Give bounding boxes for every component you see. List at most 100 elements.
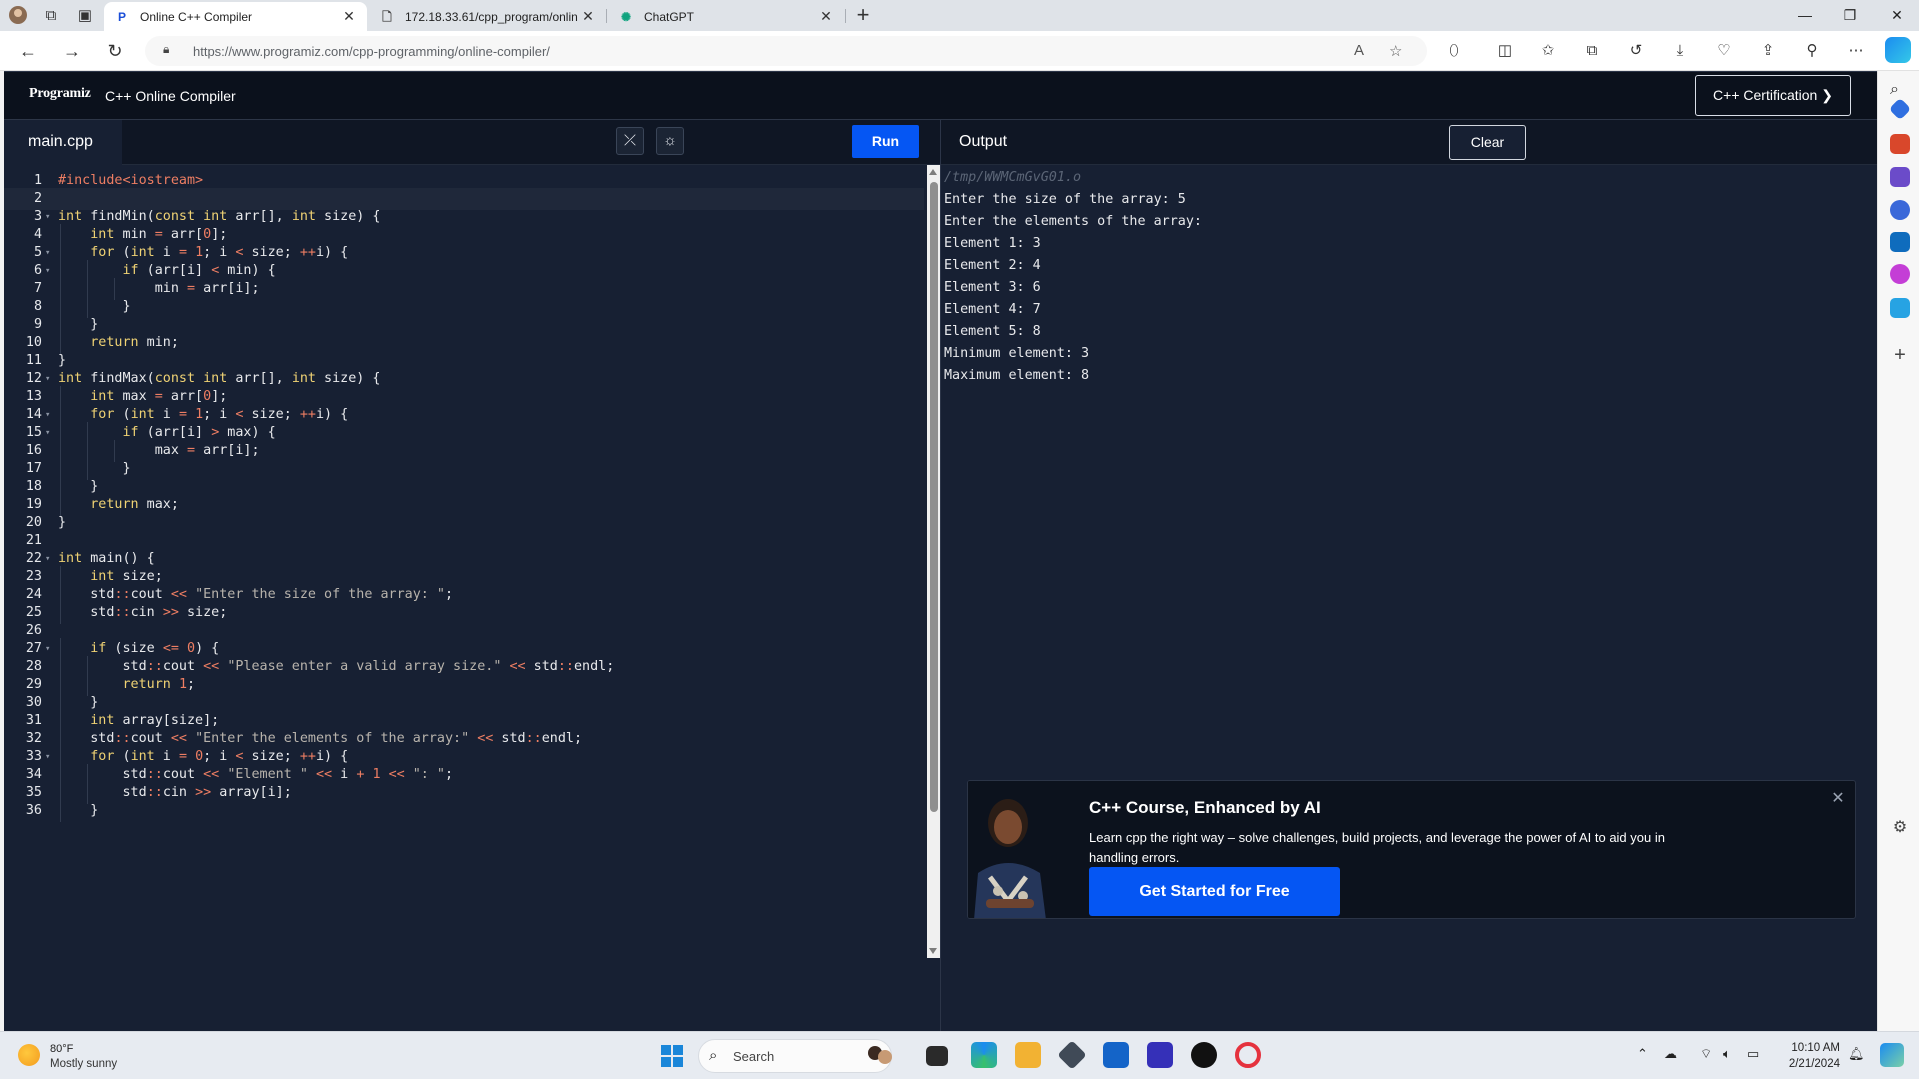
- sidebar-games-icon[interactable]: [1890, 167, 1910, 187]
- close-tab-icon[interactable]: ✕: [818, 8, 834, 25]
- output-line: Maximum element: 8: [944, 368, 1090, 383]
- extension-icon[interactable]: ⬯: [1443, 41, 1465, 63]
- instructor-photo: [968, 781, 1052, 918]
- file-tab-main-cpp[interactable]: main.cpp: [4, 120, 122, 165]
- weather-temperature[interactable]: 80°F: [50, 1043, 73, 1055]
- site-header: Programiz C++ Online Compiler C++ Certif…: [4, 72, 1877, 120]
- address-toolbar: ← → ↻ 🔒︎ https://www.programiz.com/cpp-p…: [0, 31, 1919, 71]
- taskbar-clock[interactable]: 10:10 AM 2/21/2024: [1776, 1040, 1840, 1072]
- code-text[interactable]: }: [58, 800, 98, 822]
- minimize-button[interactable]: —: [1785, 4, 1825, 26]
- tab-actions-icon[interactable]: ▣: [74, 5, 96, 27]
- opera-icon[interactable]: [1235, 1042, 1261, 1068]
- share-icon[interactable]: ⇪: [1757, 41, 1779, 63]
- tab-separator: [606, 9, 607, 23]
- cpp-certification-button[interactable]: C++ Certification ❯: [1695, 75, 1851, 116]
- address-bar[interactable]: 🔒︎ https://www.programiz.com/cpp-program…: [145, 36, 1427, 66]
- output-line: Enter the elements of the array:: [944, 214, 1202, 229]
- extensions-puzzle-icon[interactable]: ⚲: [1801, 41, 1823, 63]
- theme-toggle-sun-icon[interactable]: ☼: [656, 127, 684, 155]
- sidebar-designer-icon[interactable]: [1890, 264, 1910, 284]
- close-window-button[interactable]: ✕: [1877, 4, 1917, 26]
- windows-start-icon[interactable]: [661, 1045, 683, 1067]
- close-tab-icon[interactable]: ✕: [341, 8, 357, 25]
- sidebar-add-icon[interactable]: +: [1890, 345, 1910, 366]
- editor-scrollbar[interactable]: [927, 165, 940, 958]
- close-promo-icon[interactable]: ✕: [1829, 790, 1847, 808]
- file-explorer-icon[interactable]: [1015, 1042, 1041, 1068]
- get-started-button[interactable]: Get Started for Free: [1089, 867, 1340, 916]
- favorites-icon[interactable]: ✩: [1537, 41, 1559, 63]
- output-line: Element 2: 4: [944, 258, 1041, 273]
- clock-date: 2/21/2024: [1788, 1058, 1840, 1070]
- profile-avatar-icon[interactable]: [7, 5, 29, 27]
- promo-description: Learn cpp the right way – solve challeng…: [1089, 830, 1665, 865]
- new-tab-button[interactable]: +: [852, 4, 874, 27]
- read-aloud-icon[interactable]: A: [1354, 42, 1364, 59]
- history-icon[interactable]: ↺: [1625, 41, 1647, 63]
- visual-studio-icon[interactable]: [1147, 1042, 1173, 1068]
- output-line: Element 4: 7: [944, 302, 1041, 317]
- close-tab-icon[interactable]: ✕: [580, 8, 596, 25]
- tab-cpp-program[interactable]: 🗋 172.18.33.61/cpp_program/onlin ✕: [369, 2, 606, 31]
- taskbar-search[interactable]: ⌕ Search: [698, 1039, 892, 1073]
- wifi-icon[interactable]: ⌔: [1700, 1046, 1712, 1062]
- run-button[interactable]: Run: [852, 125, 919, 158]
- code-line[interactable]: 36 }: [4, 800, 924, 822]
- sidebar-shopping-icon[interactable]: [1888, 97, 1912, 121]
- notification-bell-icon[interactable]: 🔔︎: [1848, 1046, 1865, 1062]
- onedrive-cloud-icon[interactable]: ☁: [1664, 1046, 1677, 1062]
- tab-chatgpt[interactable]: ✺ ChatGPT ✕: [608, 2, 844, 31]
- more-options-icon[interactable]: ⋯: [1845, 41, 1867, 63]
- url-text[interactable]: https://www.programiz.com/cpp-programmin…: [193, 44, 550, 59]
- clock-time: 10:10 AM: [1791, 1042, 1840, 1054]
- course-promo-banner: C++ Course, Enhanced by AI Learn cpp the…: [967, 780, 1856, 919]
- forward-arrow-icon[interactable]: →: [60, 40, 84, 62]
- sidebar-outlook-icon[interactable]: [1890, 232, 1910, 252]
- favorite-star-icon[interactable]: ☆: [1389, 42, 1402, 60]
- output-console[interactable]: /tmp/WWMCmGvG01.o Enter the size of the …: [944, 167, 1864, 387]
- lock-icon[interactable]: 🔒︎: [163, 42, 169, 57]
- weather-sun-icon[interactable]: [18, 1044, 40, 1066]
- restore-button[interactable]: ❐: [1830, 4, 1870, 26]
- sidebar-send-icon[interactable]: [1890, 298, 1910, 318]
- code-editor[interactable]: 1 #include<iostream> 2 3 ▾ int findMin(const …: [4, 165, 927, 1032]
- app-u-icon[interactable]: [1191, 1042, 1217, 1068]
- workspaces-icon[interactable]: ⧉: [40, 5, 62, 27]
- battery-icon[interactable]: ▭: [1747, 1046, 1759, 1062]
- show-hidden-icons[interactable]: ⌃: [1637, 1046, 1648, 1062]
- clear-output-button[interactable]: Clear: [1449, 125, 1526, 160]
- output-path: /tmp/WWMCmGvG01.o: [944, 170, 1082, 185]
- tab-online-compiler[interactable]: P Online C++ Compiler ✕: [104, 2, 367, 31]
- download-icon[interactable]: ⤓: [1669, 41, 1691, 63]
- tab-separator: [845, 9, 846, 23]
- volume-muted-icon[interactable]: 🔈︎: [1723, 1046, 1731, 1062]
- scroll-up-arrow-icon[interactable]: [929, 169, 937, 175]
- collapse-icon[interactable]: ⤫: [616, 127, 644, 155]
- weather-description[interactable]: Mostly sunny: [50, 1058, 117, 1070]
- programiz-logo[interactable]: Programiz: [29, 86, 91, 102]
- store-icon[interactable]: [1103, 1042, 1129, 1068]
- edge-taskbar-icon[interactable]: [971, 1042, 997, 1068]
- copilot-taskbar-icon[interactable]: [1880, 1043, 1904, 1067]
- sidebar-settings-gear-icon[interactable]: ⚙: [1890, 818, 1910, 838]
- page-icon: 🗋: [382, 9, 392, 24]
- back-arrow-icon[interactable]: ←: [16, 40, 40, 62]
- refresh-icon[interactable]: ↻: [103, 40, 127, 62]
- output-lines: Enter the size of the array: 5 Enter the …: [944, 189, 1864, 387]
- scrollbar-thumb[interactable]: [930, 182, 938, 812]
- page-title: C++ Online Compiler: [105, 88, 236, 104]
- browser-essentials-icon[interactable]: ♡: [1713, 41, 1735, 63]
- scroll-down-arrow-icon[interactable]: [929, 948, 937, 954]
- copilot-icon[interactable]: [1885, 37, 1911, 63]
- task-view-icon[interactable]: [926, 1046, 948, 1066]
- windows-taskbar: 80°F Mostly sunny ⌕ Search ⌃ ☁ ⌔ 🔈︎ ▭ 10…: [0, 1031, 1919, 1079]
- app-cube-icon[interactable]: [1057, 1040, 1087, 1070]
- sidebar-copilot-icon[interactable]: [1890, 200, 1910, 220]
- sidebar-search-icon[interactable]: ⌕: [1890, 81, 1910, 101]
- split-screen-icon[interactable]: ◫: [1494, 41, 1516, 63]
- sidebar-tools-icon[interactable]: [1890, 134, 1910, 154]
- output-title: Output: [959, 133, 1008, 150]
- collections-icon[interactable]: ⧉: [1581, 41, 1603, 63]
- pane-divider[interactable]: [940, 120, 941, 1032]
